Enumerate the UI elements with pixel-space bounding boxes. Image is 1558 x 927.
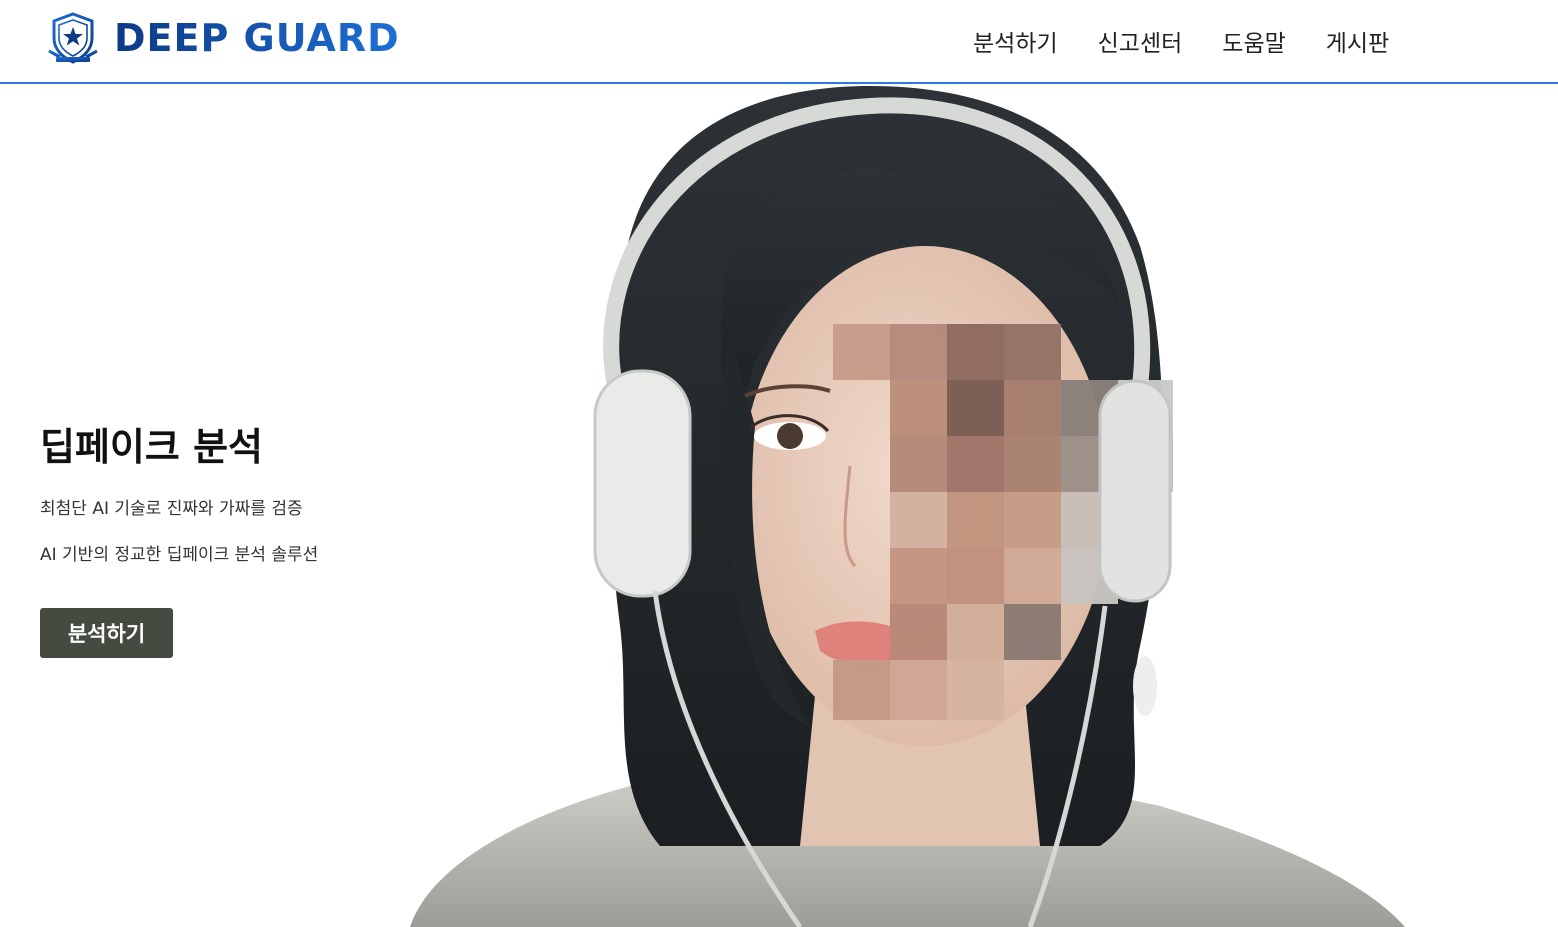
hero-subtitle-1: 최첨단 AI 기술로 진짜와 가짜를 검증 [40, 499, 303, 519]
shield-star-icon [48, 12, 98, 64]
hero-subtitle-2: AI 기반의 정교한 딥페이크 분석 솔루션 [40, 545, 319, 565]
nav-item-report-center[interactable]: 신고센터 [1098, 26, 1183, 62]
main-nav: 분석하기 신고센터 도움말 게시판 [973, 26, 1429, 62]
nav-item-analyze[interactable]: 분석하기 [973, 26, 1058, 62]
analyze-button[interactable]: 분석하기 [40, 608, 173, 658]
nav-item-board[interactable]: 게시판 [1326, 26, 1389, 62]
hero-portrait-image [410, 86, 1405, 927]
hero-section: 딥페이크 분석 최첨단 AI 기술로 진짜와 가짜를 검증 AI 기반의 정교한… [0, 86, 1558, 927]
hero-title: 딥페이크 분석 [40, 425, 263, 469]
site-header: DEEP GUARD 분석하기 신고센터 도움말 게시판 [0, 0, 1558, 84]
nav-item-help[interactable]: 도움말 [1222, 26, 1285, 62]
logo-text: DEEP GUARD [114, 16, 400, 60]
logo[interactable]: DEEP GUARD [46, 10, 400, 66]
